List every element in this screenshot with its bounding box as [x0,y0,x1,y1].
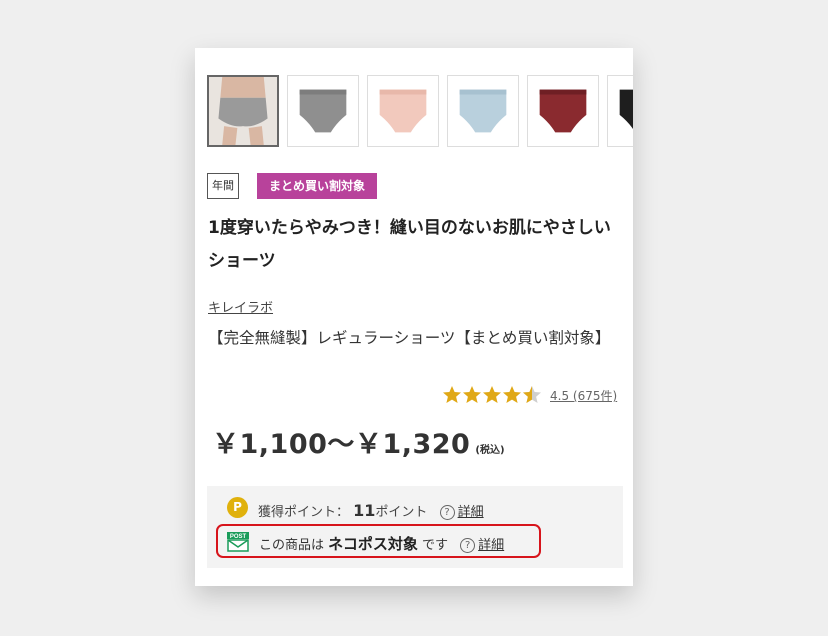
year-round-tag: 年間 [207,173,239,199]
bulk-discount-tag: まとめ買い割対象 [257,173,377,199]
black-shorts-image [619,89,633,129]
thumbnail-strip[interactable] [207,75,633,150]
tax-label: (税込) [475,445,505,456]
question-icon[interactable]: ? [460,538,476,553]
brand-link[interactable]: キレイラボ [208,297,273,316]
product-name: 【完全無縫製】レギュラーショーツ【まとめ買い割対象】 [208,329,611,347]
thumbnail-pink[interactable] [367,75,439,147]
light-blue-shorts-image [459,89,507,133]
rating-stars-icon [443,386,541,403]
gray-shorts-image [299,89,347,133]
model-photo-image [209,77,277,145]
pink-shorts-image [379,89,427,133]
nekopos-suffix: です [422,538,449,553]
svg-text:POST: POST [230,534,247,540]
catch-copy: 1度穿いたらやみつき！縫い目のないお肌にやさしいショーツ [208,218,611,271]
nekopos-text: この商品は ネコポス対象 です ? 詳細 [259,533,504,554]
product-card: 年間 まとめ買い割対象 1度穿いたらやみつき！縫い目のないお肌にやさしいショーツ… [195,48,633,586]
points-text: 獲得ポイント： 11ポイント ? 詳細 [258,501,484,520]
wine-red-shorts-image [539,89,587,133]
thumbnail-black[interactable] [607,75,633,147]
rating-link[interactable]: 4.5 (675件) [550,387,617,404]
thumbnail-gray[interactable] [287,75,359,147]
nekopos-detail-link[interactable]: 詳細 [478,538,504,553]
points-detail-link[interactable]: 詳細 [458,505,484,520]
points-label: 獲得ポイント： [258,505,350,520]
post-mail-icon: POST [227,532,249,552]
thumbnail-wine-red[interactable] [527,75,599,147]
price-range: ￥1,100～￥1,320 [212,429,471,460]
nekopos-prefix: この商品は [259,538,325,553]
points-unit: ポイント [375,505,428,520]
points-value: 11 [353,501,376,520]
thumbnail-light-blue[interactable] [447,75,519,147]
price: ￥1,100～￥1,320 (税込) [212,422,505,461]
nekopos-name: ネコポス対象 [328,535,418,553]
thumbnail-model-photo[interactable] [207,75,279,147]
point-coin-icon: P [227,497,248,518]
question-icon[interactable]: ? [439,505,455,520]
